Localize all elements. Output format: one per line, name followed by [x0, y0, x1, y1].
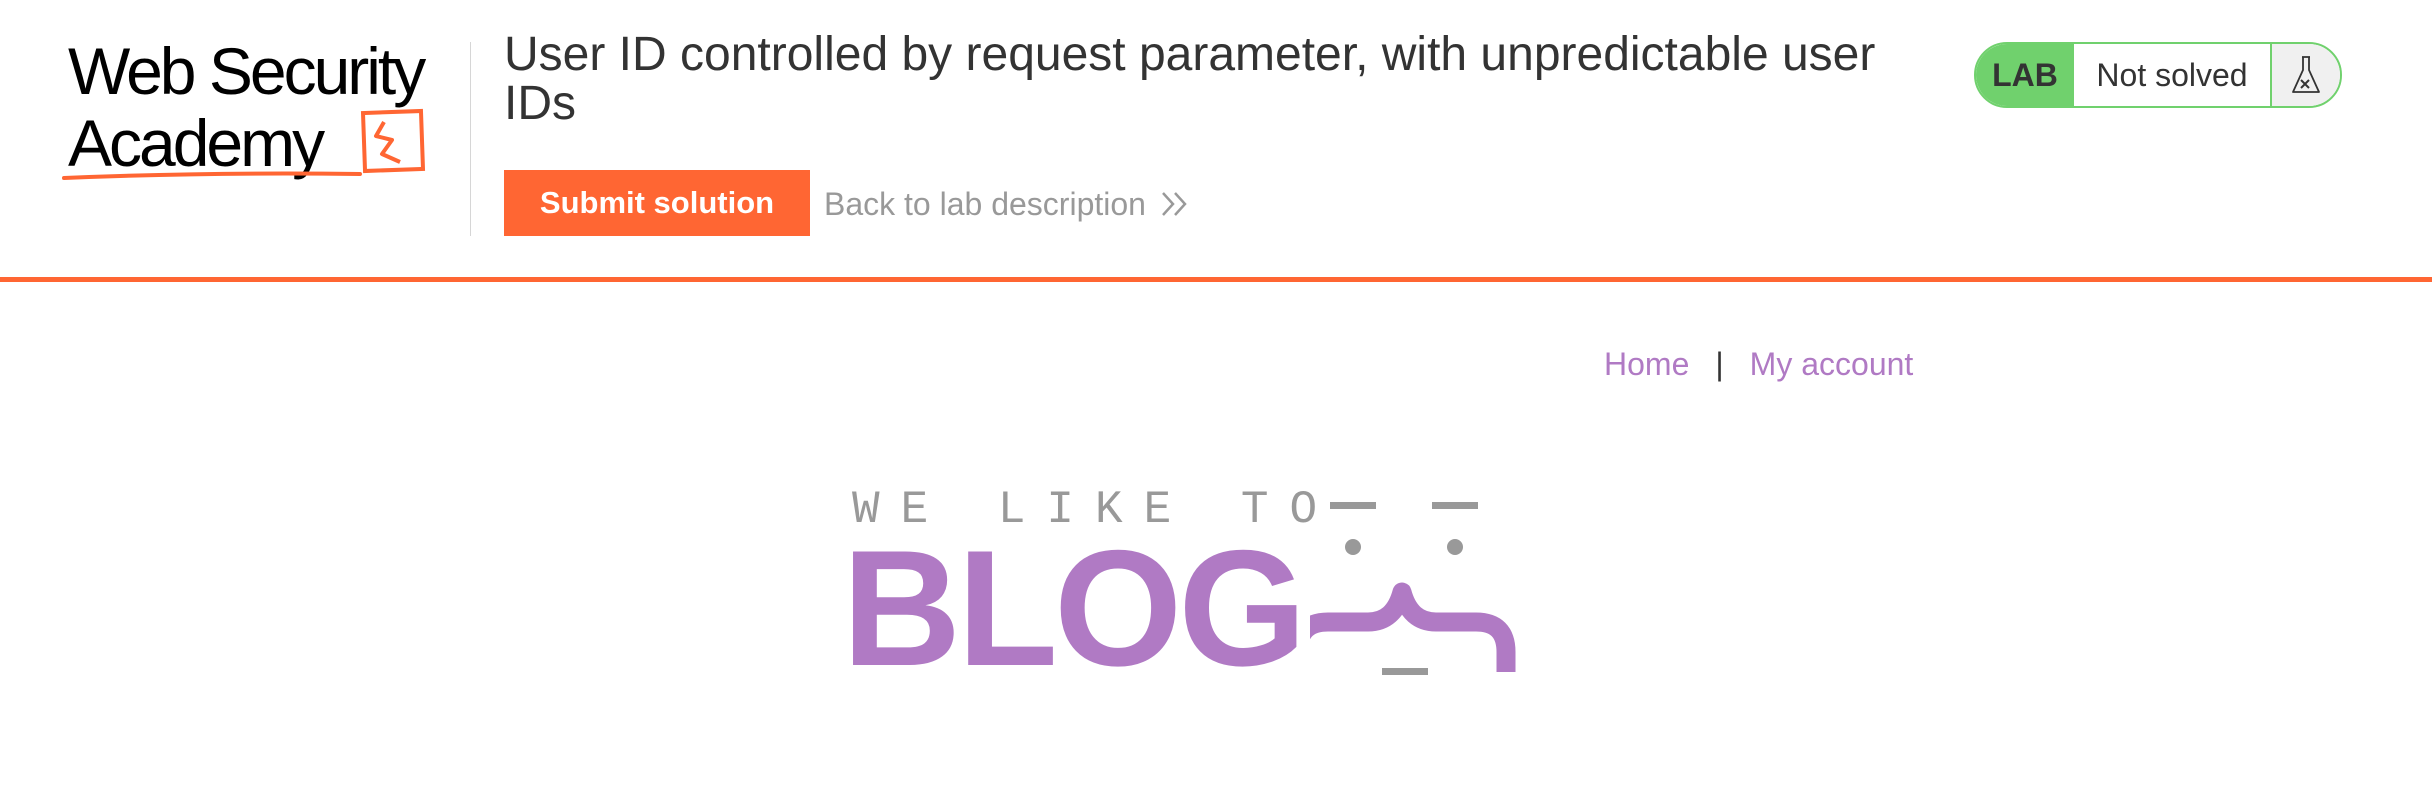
banner-title: BLOG	[842, 516, 1307, 700]
svg-text:Academy: Academy	[68, 106, 325, 180]
lab-status-text: Not solved	[2096, 56, 2248, 93]
double-chevron-right-icon	[1162, 192, 1187, 216]
lab-header: Web Security Academy User ID controlled …	[0, 0, 2432, 282]
back-to-lab-description-link[interactable]: Back to lab description	[824, 182, 1190, 226]
svg-text:Web Security: Web Security	[68, 38, 426, 108]
nav-home-link[interactable]: Home	[1604, 346, 1689, 383]
submit-solution-button[interactable]: Submit solution	[504, 170, 810, 236]
lab-label: LAB	[1976, 44, 2074, 106]
back-link-label: Back to lab description	[824, 185, 1146, 222]
top-navigation: Home | My account	[1604, 346, 1913, 383]
lab-status-badge: LAB Not solved	[1974, 42, 2342, 108]
nav-separator: |	[1715, 346, 1724, 382]
lab-status-icon-box	[2270, 44, 2340, 106]
flask-icon	[2292, 56, 2320, 93]
lab-title: User ID controlled by request parameter,…	[504, 28, 1876, 130]
nav-my-account-link[interactable]: My account	[1750, 346, 1914, 383]
web-security-academy-logo[interactable]: Web Security Academy	[60, 38, 470, 188]
face-emoticon-icon	[1310, 502, 1516, 675]
header-divider	[470, 42, 471, 236]
blog-banner: WE LIKE TO BLOG	[840, 484, 1560, 691]
